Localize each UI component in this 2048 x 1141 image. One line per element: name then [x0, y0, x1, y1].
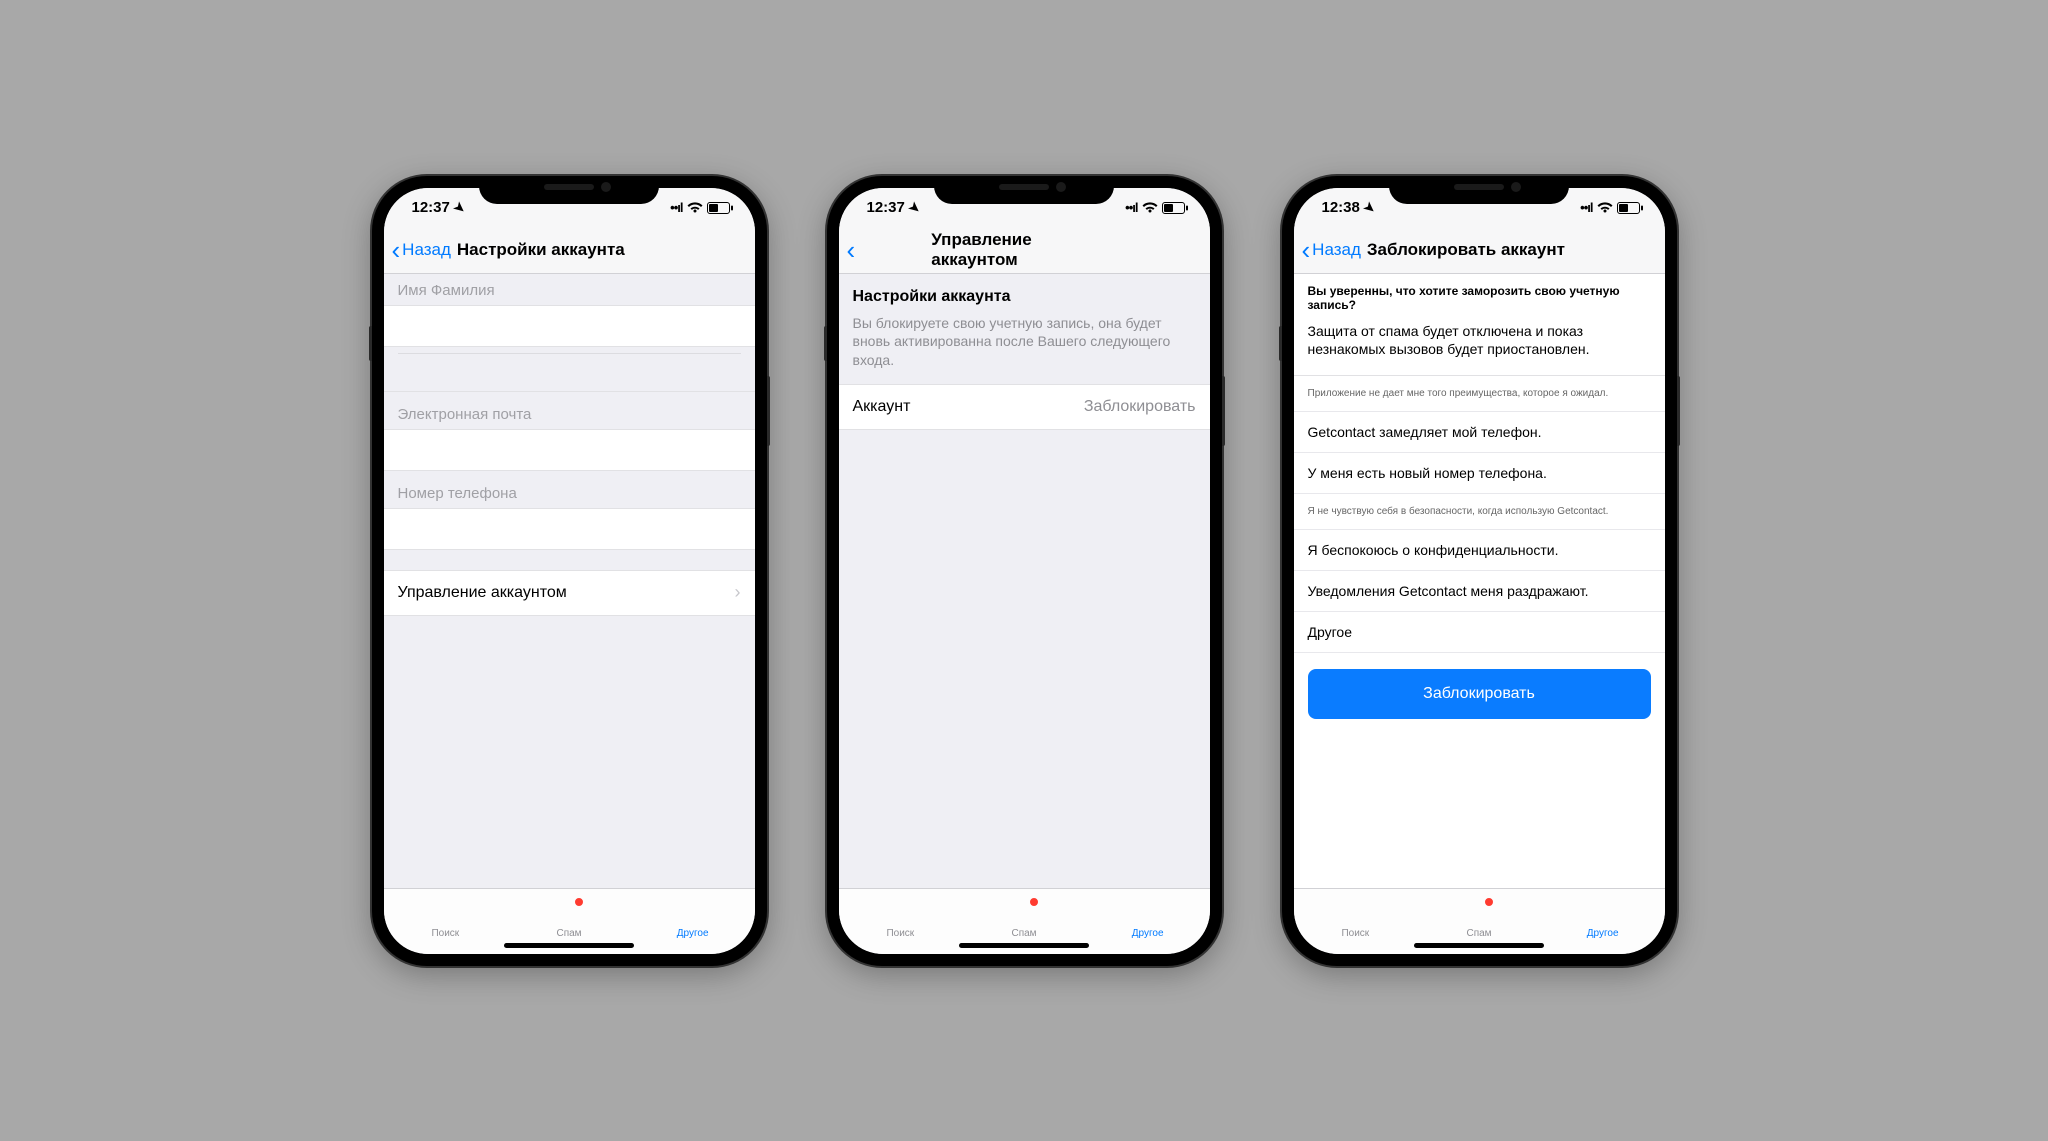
location-arrow-icon: ➤	[905, 198, 924, 217]
tab-label: Спам	[556, 928, 581, 939]
screen: 12:38 ➤ ‹ Назад Заблокировать аккаунт Вы…	[1294, 188, 1665, 954]
manage-account-row[interactable]: Управление аккаунтом ›	[384, 570, 755, 616]
reason-item[interactable]: У меня есть новый номер телефона.	[1294, 453, 1665, 494]
page-title: Заблокировать аккаунт	[1367, 240, 1565, 260]
battery-icon	[707, 202, 733, 214]
phone-label: Номер телефона	[384, 471, 755, 508]
location-arrow-icon: ➤	[1360, 198, 1379, 217]
content: Имя Фамилия Электронная почта Номер теле…	[384, 274, 755, 888]
tab-search[interactable]: Поиск	[1294, 889, 1418, 954]
nav-bar: ‹ Назад Заблокировать аккаунт	[1294, 228, 1665, 274]
content: Вы уверенны, что хотите заморозить свою …	[1294, 274, 1665, 888]
reason-item[interactable]: Я не чувствую себя в безопасности, когда…	[1294, 494, 1665, 530]
tab-label: Поиск	[431, 928, 459, 939]
reason-item[interactable]: Уведомления Getcontact меня раздражают.	[1294, 571, 1665, 612]
status-time: 12:37	[867, 199, 905, 216]
notch	[934, 176, 1114, 204]
back-label: Назад	[402, 240, 451, 260]
reason-item[interactable]: Другое	[1294, 612, 1665, 653]
back-label: Назад	[1312, 240, 1361, 260]
notch	[479, 176, 659, 204]
notch	[1389, 176, 1569, 204]
email-field[interactable]	[384, 429, 755, 471]
location-arrow-icon: ➤	[450, 198, 469, 217]
reason-list: Приложение не дает мне того преимущества…	[1294, 375, 1665, 653]
home-indicator[interactable]	[959, 943, 1089, 948]
chevron-left-icon: ‹	[392, 237, 401, 263]
badge-dot	[574, 897, 584, 907]
name-field[interactable]	[384, 305, 755, 347]
section-heading: Настройки аккаунта	[839, 274, 1210, 314]
chevron-left-icon: ‹	[847, 237, 856, 263]
tab-label: Поиск	[1341, 928, 1369, 939]
signal-icon	[1580, 200, 1592, 215]
screen: 12:37 ➤ ‹ Назад Настройки аккаунта Имя Ф…	[384, 188, 755, 954]
reason-item[interactable]: Приложение не дает мне того преимущества…	[1294, 376, 1665, 412]
screen: 12:37 ➤ ‹ Управление аккаунтом Настройки…	[839, 188, 1210, 954]
signal-icon	[670, 200, 682, 215]
tab-label: Другое	[1587, 928, 1619, 939]
phone-mockup-1: 12:37 ➤ ‹ Назад Настройки аккаунта Имя Ф…	[372, 176, 767, 966]
tab-label: Другое	[677, 928, 709, 939]
wifi-icon	[1597, 202, 1613, 214]
tab-other[interactable]: Другое	[631, 889, 755, 954]
battery-icon	[1162, 202, 1188, 214]
name-label: Имя Фамилия	[384, 274, 755, 305]
nav-bar: ‹ Управление аккаунтом	[839, 228, 1210, 274]
email-label: Электронная почта	[384, 392, 755, 429]
confirm-question: Вы уверенны, что хотите заморозить свою …	[1294, 274, 1665, 316]
badge-dot	[1029, 897, 1039, 907]
page-title: Управление аккаунтом	[931, 230, 1117, 270]
tab-other[interactable]: Другое	[1541, 889, 1665, 954]
chevron-right-icon: ›	[735, 582, 741, 603]
tab-label: Спам	[1466, 928, 1491, 939]
info-text: Защита от спама будет отключена и показ …	[1294, 316, 1665, 376]
phone-field[interactable]	[384, 508, 755, 550]
tab-label: Спам	[1011, 928, 1036, 939]
page-title: Настройки аккаунта	[457, 240, 625, 260]
wifi-icon	[687, 202, 703, 214]
status-time: 12:38	[1322, 199, 1360, 216]
tab-label: Другое	[1132, 928, 1164, 939]
reason-item[interactable]: Getcontact замедляет мой телефон.	[1294, 412, 1665, 453]
manage-account-label: Управление аккаунтом	[398, 584, 567, 602]
wifi-icon	[1142, 202, 1158, 214]
block-button[interactable]: Заблокировать	[1308, 669, 1651, 719]
reason-item[interactable]: Я беспокоюсь о конфиденциальности.	[1294, 530, 1665, 571]
back-button[interactable]: ‹ Назад	[1302, 237, 1361, 263]
row-value: Заблокировать	[1084, 398, 1196, 416]
section-description: Вы блокируете свою учетную запись, она б…	[839, 314, 1210, 385]
tab-search[interactable]: Поиск	[384, 889, 508, 954]
status-time: 12:37	[412, 199, 450, 216]
content: Настройки аккаунта Вы блокируете свою уч…	[839, 274, 1210, 888]
home-indicator[interactable]	[1414, 943, 1544, 948]
badge-dot	[1484, 897, 1494, 907]
battery-icon	[1617, 202, 1643, 214]
account-row[interactable]: Аккаунт Заблокировать	[839, 384, 1210, 430]
chevron-left-icon: ‹	[1302, 237, 1311, 263]
phone-mockup-2: 12:37 ➤ ‹ Управление аккаунтом Настройки…	[827, 176, 1222, 966]
back-button[interactable]: ‹	[847, 237, 858, 263]
tab-other[interactable]: Другое	[1086, 889, 1210, 954]
back-button[interactable]: ‹ Назад	[392, 237, 451, 263]
home-indicator[interactable]	[504, 943, 634, 948]
signal-icon	[1125, 200, 1137, 215]
tab-label: Поиск	[886, 928, 914, 939]
phone-mockup-3: 12:38 ➤ ‹ Назад Заблокировать аккаунт Вы…	[1282, 176, 1677, 966]
row-label: Аккаунт	[853, 398, 911, 416]
tab-search[interactable]: Поиск	[839, 889, 963, 954]
nav-bar: ‹ Назад Настройки аккаунта	[384, 228, 755, 274]
